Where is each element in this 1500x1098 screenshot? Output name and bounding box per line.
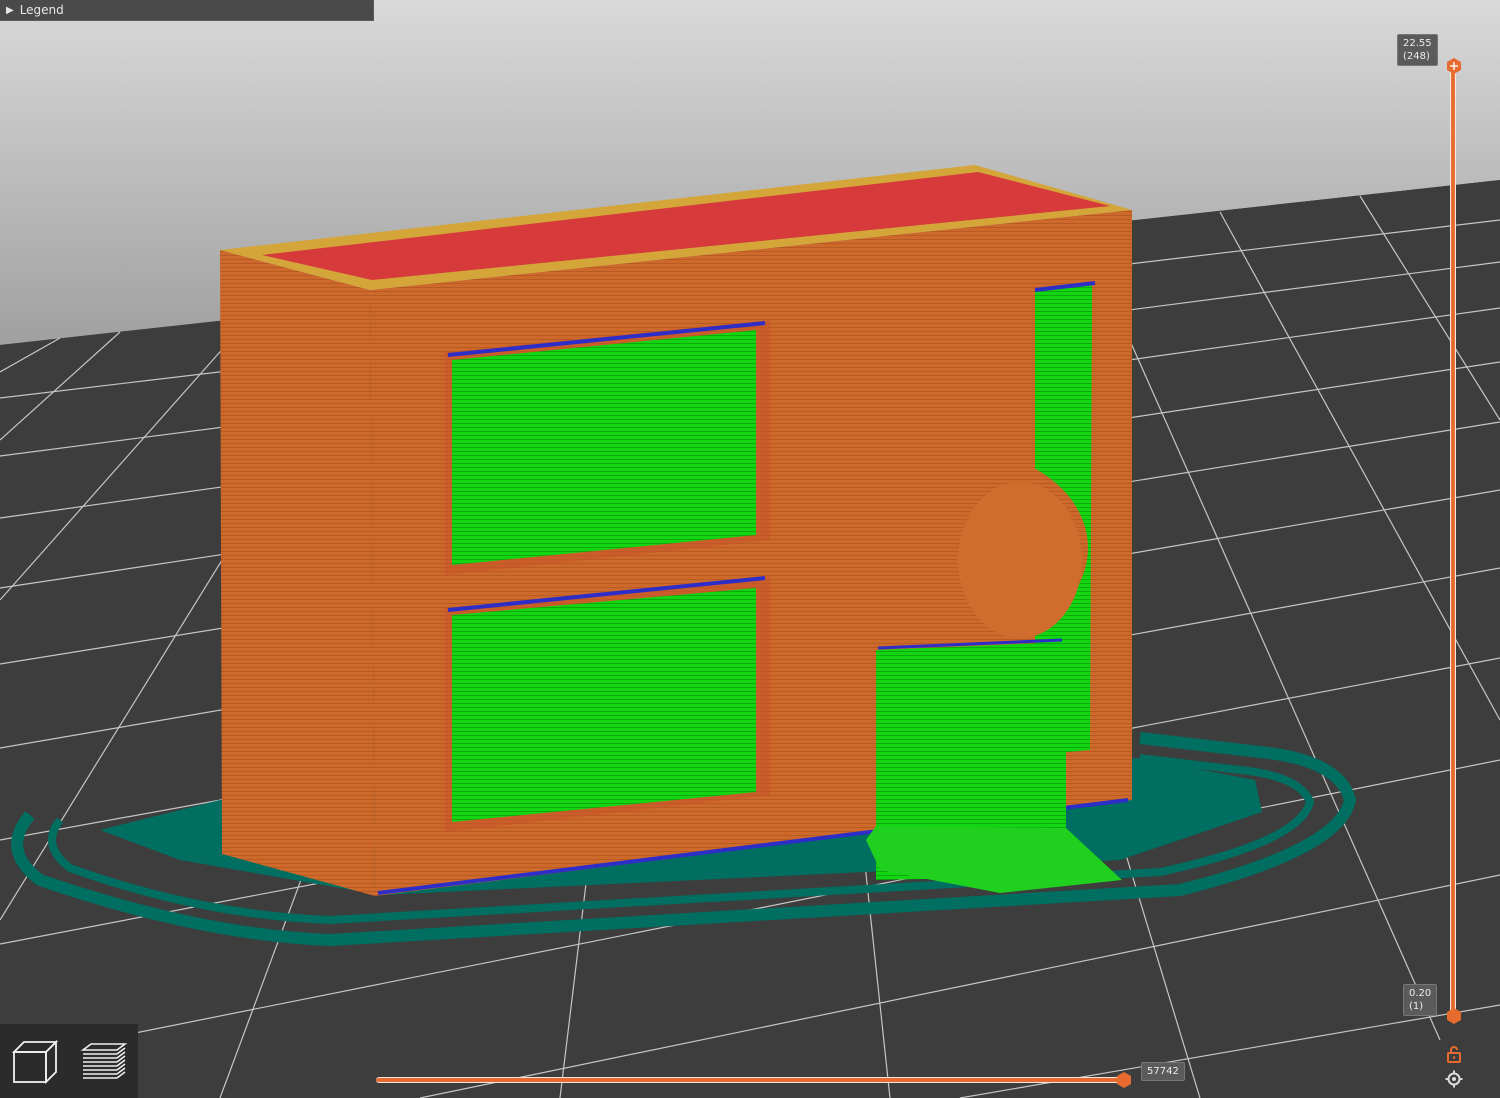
- view-3d-button[interactable]: [9, 1035, 61, 1087]
- expand-triangle-icon: ▶: [6, 4, 14, 16]
- 3d-preview-viewport[interactable]: ▶ Legend 22.55 (248) 0.20 (1) 57742: [0, 0, 1500, 1098]
- layer-slider-bottom-thumb[interactable]: [1446, 1008, 1462, 1024]
- view-mode-buttons: [0, 1024, 138, 1098]
- settings-gear-icon[interactable]: [1445, 1070, 1463, 1088]
- window-lower-left-support: [452, 588, 756, 822]
- layer-slider-bottom-tooltip: 0.20 (1): [1403, 984, 1438, 1016]
- move-slider-value: 57742: [1147, 1066, 1179, 1077]
- layers-icon: [80, 1043, 127, 1079]
- view-layers-button[interactable]: [78, 1035, 130, 1087]
- layer-slider-track[interactable]: [1450, 66, 1456, 1016]
- top-layer-value: (248): [1403, 51, 1430, 62]
- scene-canvas[interactable]: [0, 0, 1500, 1098]
- bottom-height-value: 0.20: [1409, 988, 1432, 999]
- legend-label: Legend: [19, 3, 64, 17]
- bottom-layer-value: (1): [1409, 1001, 1424, 1012]
- object-side-face: [220, 250, 375, 896]
- layer-slider-top-tooltip: 22.55 (248): [1397, 34, 1438, 66]
- window-upper-left-support: [452, 330, 756, 565]
- move-slider-tooltip: 57742: [1141, 1062, 1185, 1081]
- move-slider-track[interactable]: [376, 1077, 1126, 1083]
- move-slider-thumb[interactable]: [1116, 1072, 1132, 1088]
- lock-icon[interactable]: [1445, 1045, 1463, 1063]
- 3d-cube-icon: [11, 1039, 58, 1085]
- legend-toggle[interactable]: ▶ Legend: [0, 0, 374, 21]
- layer-slider-top-thumb[interactable]: [1446, 58, 1462, 74]
- top-height-value: 22.55: [1403, 38, 1432, 49]
